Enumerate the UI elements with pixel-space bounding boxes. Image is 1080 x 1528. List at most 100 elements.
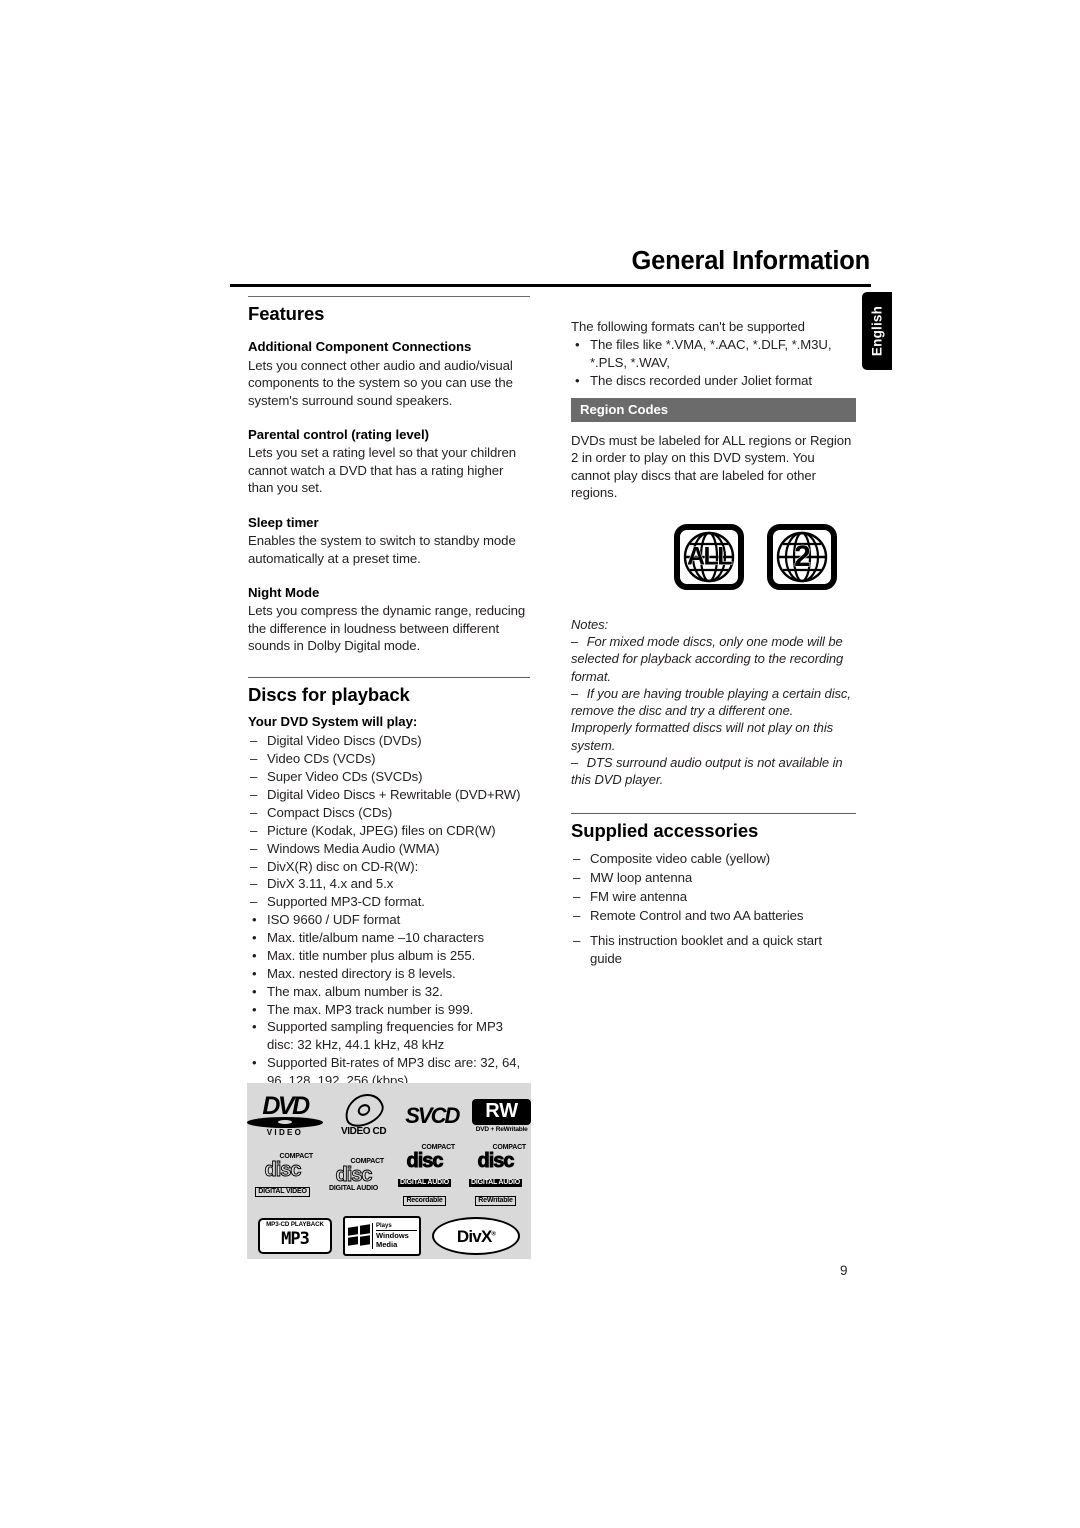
features-rule (248, 296, 530, 297)
list-item-label: Remote Control and two AA batteries (590, 907, 804, 923)
list-item: • ISO 9660 / UDF format (248, 911, 530, 929)
feature-title-3: Night Mode (248, 584, 320, 600)
list-item-label: Max. title/album name –10 characters (267, 930, 485, 946)
list-marker: • (252, 1019, 257, 1035)
page-number: 9 (840, 1263, 848, 1278)
language-tab-label: English (869, 305, 885, 357)
region-codes-body: DVDs must be labeled for ALL regions or … (571, 433, 852, 501)
windows-media-logo-icon: Plays Windows Media (343, 1216, 421, 1256)
list-item: – Remote Control and two AA batteries (571, 907, 856, 925)
list-item-label: Max. nested directory is 8 levels. (267, 965, 456, 981)
list-marker: – (250, 894, 258, 910)
list-marker: • (252, 983, 257, 999)
list-item: – MW loop antenna (571, 869, 856, 887)
left-column: Features Additional Component Connection… (248, 296, 530, 1090)
list-item: – Video CDs (VCDs) (248, 750, 530, 768)
list-item-label: Digital Video Discs (DVDs) (267, 733, 422, 749)
list-item-label: Digital Video Discs + Rewritable (DVD+RW… (267, 787, 521, 803)
cd-logo-sub2-label: ReWritable (475, 1196, 516, 1206)
list-marker: – (573, 869, 581, 885)
list-item-label: ISO 9660 / UDF format (267, 912, 401, 928)
list-item: – Windows Media Audio (WMA) (248, 840, 530, 858)
video-cd-logo-caption: VIDEO CD (341, 1126, 387, 1137)
compact-disc-logo-icon: COMPACT disc DIGITAL AUDIOReWritable (464, 1144, 527, 1207)
list-item-label: Max. title number plus album is 255. (267, 947, 476, 963)
list-marker: – (250, 876, 258, 892)
note-text: If you are having trouble playing a cert… (571, 685, 851, 753)
list-marker: – (250, 804, 258, 820)
note-dash: – (571, 685, 579, 701)
list-item-label: MW loop antenna (590, 869, 693, 885)
note-item: – If you are having trouble playing a ce… (571, 685, 856, 754)
dvd-logo-caption: VIDEO (266, 1127, 304, 1137)
cd-logo-sub2-label: Recordable (403, 1196, 446, 1206)
list-item-label: Composite video cable (yellow) (590, 850, 771, 866)
list-item-label: Supported MP3-CD format. (267, 894, 425, 910)
list-item: – This instruction booklet and a quick st… (571, 932, 856, 968)
list-marker: • (252, 965, 257, 981)
document-page: General Information English Features Add… (0, 0, 1080, 1528)
cd-logo-sub-label: DIGITAL AUDIO (398, 1179, 451, 1187)
windows-flag-icon (347, 1224, 371, 1247)
list-item: – Picture (Kodak, JPEG) files on CDR(W) (248, 822, 530, 840)
list-marker: – (250, 822, 258, 838)
compact-disc-logo-icon: COMPACT disc DIGITAL AUDIO (322, 1158, 385, 1193)
wm-plays-label: Plays (376, 1222, 392, 1229)
region-codes-heading: Region Codes (571, 398, 856, 423)
list-marker: – (250, 751, 258, 767)
region-badge-all-icon: ALL (674, 523, 744, 590)
list-item-label: Windows Media Audio (WMA) (267, 840, 440, 856)
list-marker: – (250, 787, 258, 803)
feature-title-1: Parental control (rating level) (248, 427, 429, 443)
title-divider (230, 284, 871, 287)
wm-windows-label: Windows (376, 1229, 417, 1241)
discs-list: – Digital Video Discs (DVDs) – Video CDs (V… (248, 732, 530, 1090)
list-marker: • (252, 912, 257, 928)
list-item-label: FM wire antenna (590, 888, 688, 904)
rw-logo-text: RW (472, 1098, 531, 1125)
feature-body-2: Enables the system to switch to standby … (248, 533, 516, 566)
region-badge-2-label: 2 (794, 539, 812, 573)
note-item: – For mixed mode discs, only one mode wi… (571, 633, 856, 685)
divx-logo-text: DivX (456, 1226, 492, 1246)
supported-formats-logo-panel: DVD VIDEO VIDEO CD SVCD RW DVD + ReWrita… (247, 1083, 531, 1259)
note-text: DTS surround audio output is not availab… (571, 754, 843, 788)
list-item-label: Compact Discs (CDs) (267, 804, 393, 820)
language-tab: English (862, 292, 892, 370)
list-item-label: Picture (Kodak, JPEG) files on CDR(W) (267, 822, 496, 838)
features-heading: Features (248, 303, 325, 324)
list-item: – FM wire antenna (571, 888, 856, 906)
unsupported-formats-list: • The files like *.VMA, *.AAC, *.DLF, *.M… (571, 336, 856, 390)
compact-disc-logo-row: COMPACT disc DIGITAL VIDEO COMPACT disc DIGIT… (247, 1144, 531, 1207)
list-marker: – (573, 888, 581, 904)
page-title: General Information (631, 247, 871, 275)
list-marker: – (250, 858, 258, 874)
list-marker: – (250, 840, 258, 856)
list-item-label: Super Video CDs (SVCDs) (267, 769, 423, 785)
cd-logo-main-label: disc (406, 1150, 444, 1172)
list-marker: • (575, 373, 580, 389)
list-item: • The discs recorded under Joliet format (571, 372, 856, 390)
region-code-badges: ALL 2 (674, 523, 856, 590)
list-item: • Max. nested directory is 8 levels. (248, 965, 530, 983)
list-item-label: The max. album number is 32. (267, 983, 443, 999)
feature-title-0: Additional Component Connections (248, 339, 472, 355)
dvd-logo-ellipse (247, 1116, 323, 1128)
cd-logo-sub-label: DIGITAL AUDIO (469, 1179, 522, 1187)
dvd-video-logo-icon: DVD VIDEO (247, 1094, 323, 1137)
note-item: – DTS surround audio output is not avail… (571, 754, 856, 789)
note-dash: – (571, 754, 579, 770)
list-item: – Compact Discs (CDs) (248, 804, 530, 822)
list-marker: – (573, 850, 581, 866)
cd-logo-sub-label: DIGITAL VIDEO (255, 1187, 310, 1197)
divx-registered-mark: ® (491, 1230, 496, 1237)
list-item: – DivX(R) disc on CD-R(W): (248, 858, 530, 876)
list-item-label: The files like *.VMA, *.AAC, *.DLF, *.M3… (590, 337, 832, 371)
discs-subheading: Your DVD System will play: (248, 714, 418, 730)
list-item: • The max. MP3 track number is 999. (248, 1001, 530, 1019)
svcd-logo-icon: SVCD (404, 1105, 460, 1127)
feature-title-2: Sleep timer (248, 514, 319, 530)
list-item: • Max. title number plus album is 255. (248, 947, 530, 965)
accessories-heading: Supplied accessories (571, 819, 759, 841)
list-item: • Supported sampling frequencies for MP3 … (248, 1018, 530, 1054)
